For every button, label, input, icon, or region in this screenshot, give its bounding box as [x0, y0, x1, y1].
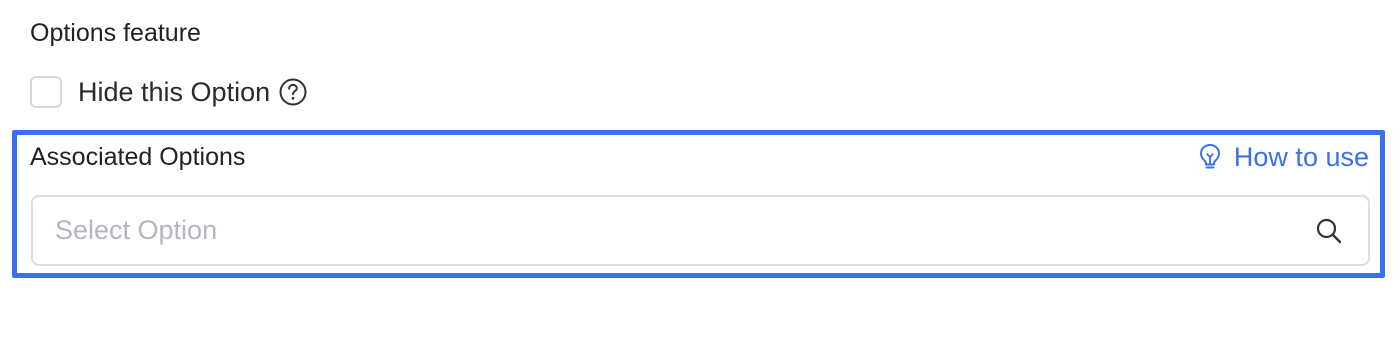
associated-options-select[interactable] [31, 195, 1370, 266]
select-option-input[interactable] [33, 197, 1314, 264]
associated-options-title: Associated Options [30, 143, 246, 171]
options-panel: Options feature Hide this Option Associa… [0, 0, 1400, 362]
options-feature-title: Options feature [30, 19, 201, 47]
how-to-use-label: How to use [1233, 141, 1369, 172]
question-circle-icon[interactable] [278, 77, 308, 107]
hide-option-row: Hide this Option [30, 74, 308, 110]
hide-option-label[interactable]: Hide this Option [78, 74, 270, 110]
lightbulb-icon [1196, 142, 1224, 172]
search-icon[interactable] [1314, 216, 1344, 246]
how-to-use-link[interactable]: How to use [1196, 140, 1369, 174]
hide-option-checkbox[interactable] [30, 76, 62, 108]
